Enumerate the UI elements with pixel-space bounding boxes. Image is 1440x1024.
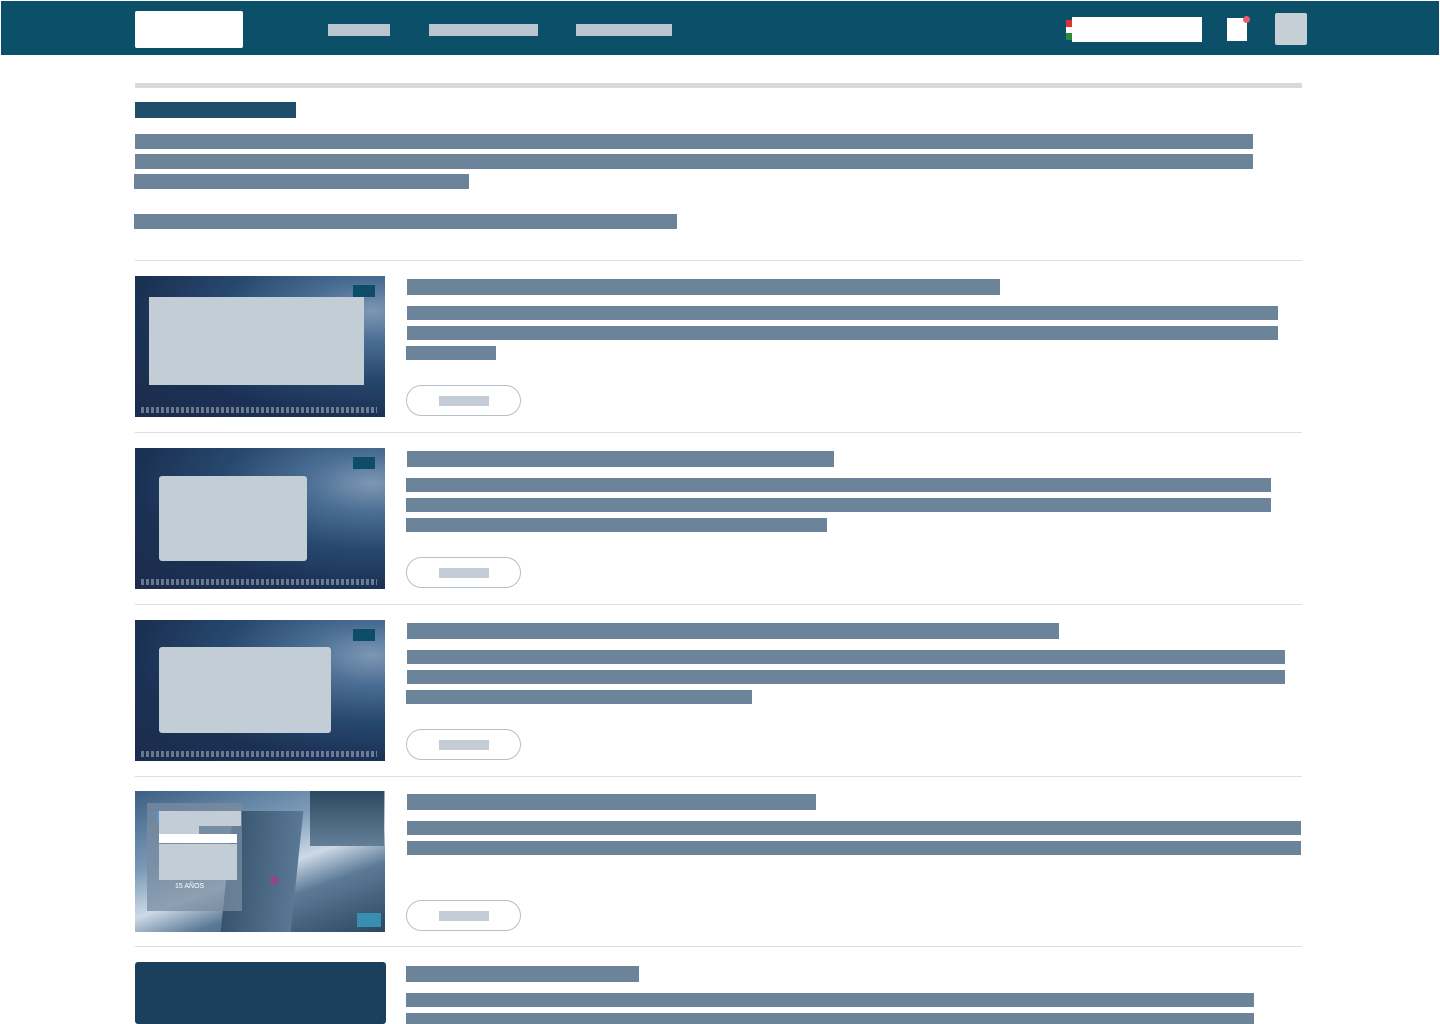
thumbnail-title-box (159, 647, 331, 733)
top-navbar (1, 1, 1439, 55)
thumbnail-title-box (159, 844, 237, 880)
card-description-line (406, 690, 752, 704)
card-description-line (407, 670, 1285, 684)
card-separator (135, 776, 1302, 777)
read-more-label (439, 740, 489, 750)
read-more-button[interactable] (406, 900, 521, 931)
card-description-line (407, 841, 1301, 855)
thumbnail-title-box (159, 826, 199, 834)
building-graphic (310, 791, 384, 846)
nav-item-2[interactable] (429, 24, 538, 36)
read-more-label (439, 568, 489, 578)
card-thumbnail[interactable] (135, 620, 385, 761)
thumbnail-title-box (149, 297, 364, 385)
cart-badge (1243, 16, 1250, 23)
corner-logo (357, 913, 381, 927)
read-more-button[interactable] (406, 729, 521, 760)
anniversary-logo: 15 AÑOS (175, 883, 205, 890)
user-avatar-icon[interactable] (1275, 13, 1307, 45)
card-title[interactable] (406, 966, 639, 982)
card-description-line (406, 1013, 1254, 1024)
read-more-label (439, 911, 489, 921)
card-thumbnail[interactable] (135, 448, 385, 589)
thumbnail-badge (353, 457, 375, 469)
nav-item-1[interactable] (328, 24, 390, 36)
card-separator (135, 260, 1302, 261)
card-separator (135, 432, 1302, 433)
card-thumbnail[interactable] (135, 962, 386, 1024)
card-description-line (407, 306, 1278, 320)
card-separator (135, 604, 1302, 605)
decor-dot (270, 876, 279, 885)
card-description-line (407, 650, 1285, 664)
card-description-line (406, 346, 496, 360)
card-thumbnail[interactable]: 15 AÑOS (135, 791, 385, 932)
page-title (135, 102, 296, 118)
thumbnail-title-box (159, 811, 241, 826)
thumbnail-fineprint (141, 407, 377, 413)
card-description-line (406, 518, 827, 532)
thumbnail-divider (159, 834, 237, 843)
intro-text-line (135, 134, 1253, 149)
card-description-line (406, 993, 1254, 1007)
card-description-line (407, 821, 1301, 835)
card-description-line (407, 326, 1278, 340)
card-separator (135, 946, 1302, 947)
thumbnail-fineprint (141, 579, 377, 585)
read-more-button[interactable] (406, 557, 521, 588)
intro-text-line (134, 174, 469, 189)
thumbnail-badge (353, 629, 375, 641)
thumbnail-title-box (159, 476, 307, 561)
card-description-line (406, 498, 1271, 512)
card-description-line (406, 478, 1271, 492)
site-logo[interactable] (135, 11, 243, 48)
card-title[interactable] (407, 451, 834, 467)
intro-text-line (135, 154, 1253, 169)
read-more-label (439, 396, 489, 406)
card-title[interactable] (407, 279, 1000, 295)
card-title[interactable] (407, 794, 816, 810)
thumbnail-fineprint (141, 751, 377, 757)
language-selector[interactable] (1072, 17, 1202, 42)
read-more-button[interactable] (406, 385, 521, 416)
top-divider (135, 83, 1302, 88)
intro-text-line (134, 214, 677, 229)
thumbnail-badge (353, 285, 375, 297)
nav-item-3[interactable] (576, 24, 672, 36)
card-title[interactable] (407, 623, 1059, 639)
card-thumbnail[interactable] (135, 276, 385, 417)
